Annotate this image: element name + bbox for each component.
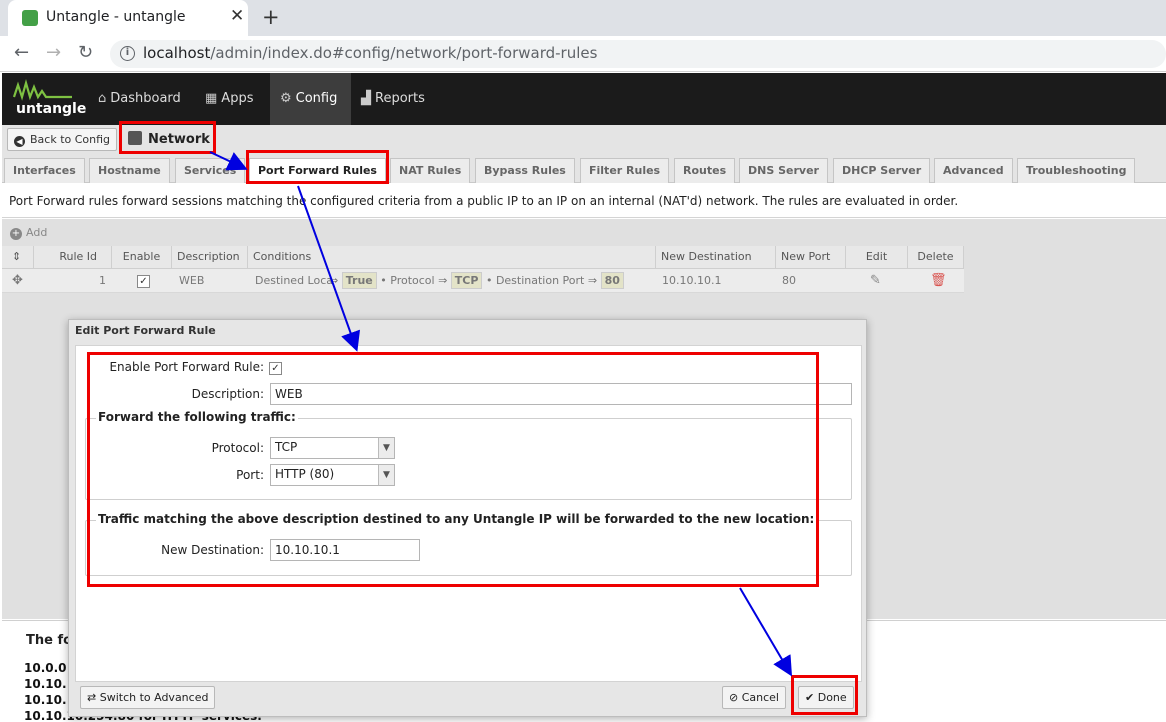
- screenshot-root: Untangle - untangle ✕ + ← → ↻ i localhos…: [0, 0, 1166, 722]
- arrow-form-to-done: [739, 587, 793, 677]
- arrow-network-to-tab: [209, 151, 248, 171]
- arrow-tab-to-dialog: [297, 185, 361, 352]
- annotation-arrows: [209, 151, 793, 677]
